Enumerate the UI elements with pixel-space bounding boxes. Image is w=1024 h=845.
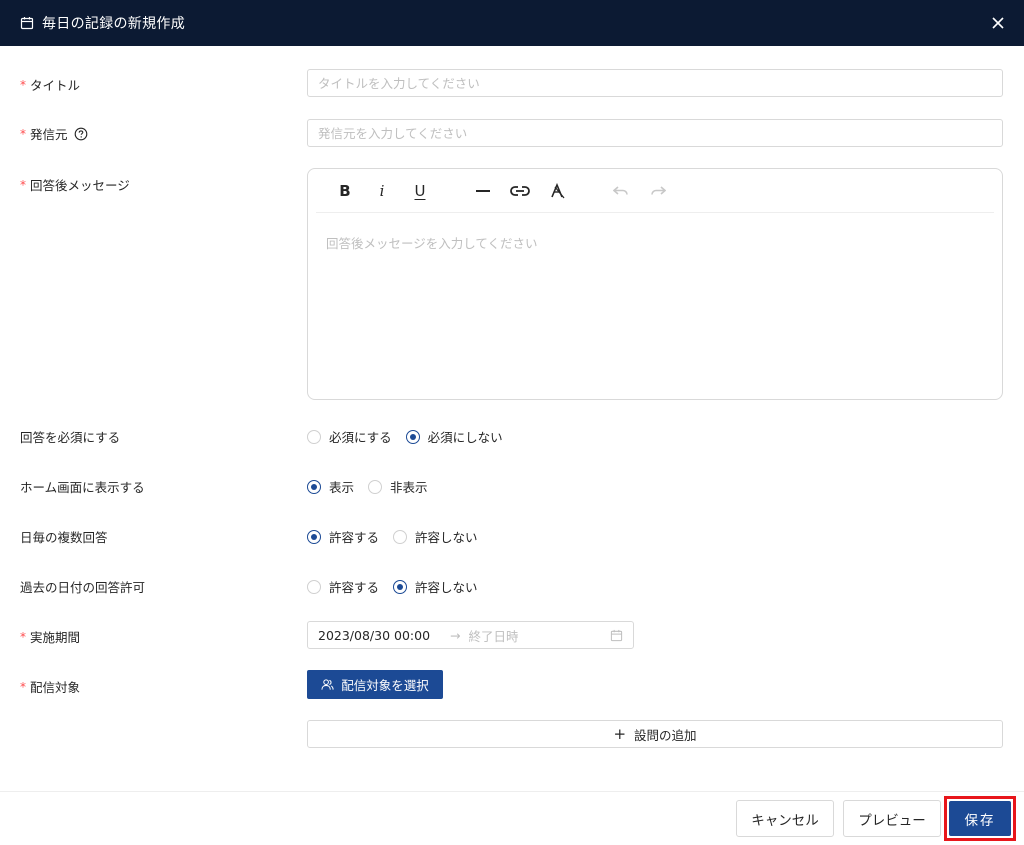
multiple-answers-radio-group: 許容する 許容しない — [307, 527, 492, 546]
undo-icon[interactable] — [610, 181, 632, 201]
select-target-button[interactable]: 配信対象を選択 — [307, 670, 443, 699]
answer-required-label: 回答を必須にする — [20, 427, 120, 446]
radio-label: 許容する — [329, 530, 380, 545]
radio-allow[interactable]: 許容する — [307, 577, 379, 596]
radio-dot[interactable] — [368, 479, 383, 494]
sender-label: * 発信元 — [20, 124, 88, 143]
past-date-label-text: 過去の日付の回答許可 — [20, 580, 146, 595]
period-label-text: 実施期間 — [30, 630, 81, 645]
end-date[interactable]: 終了日時 — [468, 626, 610, 645]
past-date-radio-group: 許容する 許容しない — [307, 577, 492, 596]
reply-message-label-text: 回答後メッセージ — [30, 178, 130, 193]
show-home-radio-group: 表示 非表示 — [307, 477, 442, 496]
italic-button[interactable]: i — [371, 181, 393, 201]
radio-label: 必須にする — [329, 430, 392, 445]
editor-placeholder: 回答後メッセージを入力してください — [326, 236, 538, 251]
target-label: * 配信対象 — [20, 677, 80, 696]
modal-header: 毎日の記録の新規作成 — [0, 0, 1024, 46]
radio-label: 許容しない — [415, 580, 478, 595]
save-button[interactable]: 保存 — [949, 801, 1011, 836]
show-home-label-text: ホーム画面に表示する — [20, 480, 145, 495]
calendar-icon — [20, 16, 34, 30]
radio-dot[interactable] — [405, 429, 420, 444]
link-icon[interactable] — [509, 181, 531, 201]
show-home-label: ホーム画面に表示する — [20, 477, 145, 496]
radio-dot[interactable] — [307, 529, 321, 544]
radio-not-required[interactable]: 必須にしない — [405, 427, 503, 446]
cancel-button[interactable]: キャンセル — [736, 800, 834, 837]
radio-required[interactable]: 必須にする — [307, 427, 392, 446]
required-mark: * — [20, 679, 26, 694]
radio-allow[interactable]: 許容する — [307, 527, 379, 546]
modal-title: 毎日の記録の新規作成 — [42, 16, 185, 32]
radio-label: 許容しない — [415, 530, 478, 545]
radio-disallow[interactable]: 許容しない — [393, 577, 478, 596]
close-icon[interactable] — [990, 15, 1006, 31]
radio-show[interactable]: 表示 — [307, 477, 354, 496]
editor-toolbar: B i U — [316, 169, 994, 213]
radio-hide[interactable]: 非表示 — [368, 477, 428, 496]
radio-dot[interactable] — [393, 529, 408, 544]
answer-required-radio-group: 必須にする 必須にしない — [307, 427, 517, 446]
save-highlight-box: 保存 — [944, 796, 1016, 841]
answer-required-label-text: 回答を必須にする — [20, 430, 121, 445]
rich-text-editor[interactable]: B i U 回答後メッセージを入力してください — [307, 168, 1003, 400]
sender-input[interactable] — [307, 119, 1003, 147]
required-mark: * — [20, 126, 26, 141]
preview-button[interactable]: プレビュー — [843, 800, 941, 837]
multiple-answers-label: 日毎の複数回答 — [20, 527, 108, 546]
title-label: * タイトル — [20, 75, 80, 94]
sender-label-text: 発信元 — [30, 127, 68, 142]
plus-icon: + — [613, 725, 627, 743]
required-mark: * — [20, 77, 26, 92]
past-date-label: 過去の日付の回答許可 — [20, 577, 145, 596]
title-label-text: タイトル — [30, 78, 81, 93]
period-label: * 実施期間 — [20, 627, 80, 646]
required-mark: * — [20, 177, 26, 192]
add-question-label: 設問の追加 — [634, 727, 697, 743]
radio-dot[interactable] — [307, 429, 321, 444]
horizontal-rule-icon[interactable] — [472, 181, 494, 201]
start-date[interactable]: 2023/08/30 00:00 — [318, 628, 450, 643]
radio-dot[interactable] — [307, 579, 321, 594]
reply-message-label: * 回答後メッセージ — [20, 175, 130, 194]
footer-divider — [0, 791, 1024, 792]
radio-label: 表示 — [329, 480, 355, 495]
required-mark: * — [20, 629, 26, 644]
underline-button[interactable]: U — [409, 181, 431, 201]
arrow-right-icon: → — [450, 627, 461, 643]
add-question-button[interactable]: + 設問の追加 — [307, 720, 1003, 748]
title-input[interactable] — [307, 69, 1003, 97]
date-range-picker[interactable]: 2023/08/30 00:00 → 終了日時 — [307, 621, 634, 649]
clear-format-icon[interactable] — [547, 181, 569, 201]
select-target-label: 配信対象を選択 — [341, 679, 429, 693]
bold-button[interactable]: B — [334, 181, 356, 201]
radio-label: 非表示 — [390, 480, 428, 495]
question-circle-icon[interactable] — [74, 127, 88, 141]
multiple-answers-label-text: 日毎の複数回答 — [20, 530, 108, 545]
users-icon — [321, 678, 334, 691]
radio-label: 許容する — [329, 580, 380, 595]
radio-dot[interactable] — [307, 479, 321, 494]
radio-disallow[interactable]: 許容しない — [393, 527, 478, 546]
radio-label: 必須にしない — [427, 430, 503, 445]
target-label-text: 配信対象 — [30, 680, 81, 695]
redo-icon[interactable] — [647, 181, 669, 201]
calendar-icon[interactable] — [610, 629, 623, 642]
radio-dot[interactable] — [393, 579, 408, 594]
